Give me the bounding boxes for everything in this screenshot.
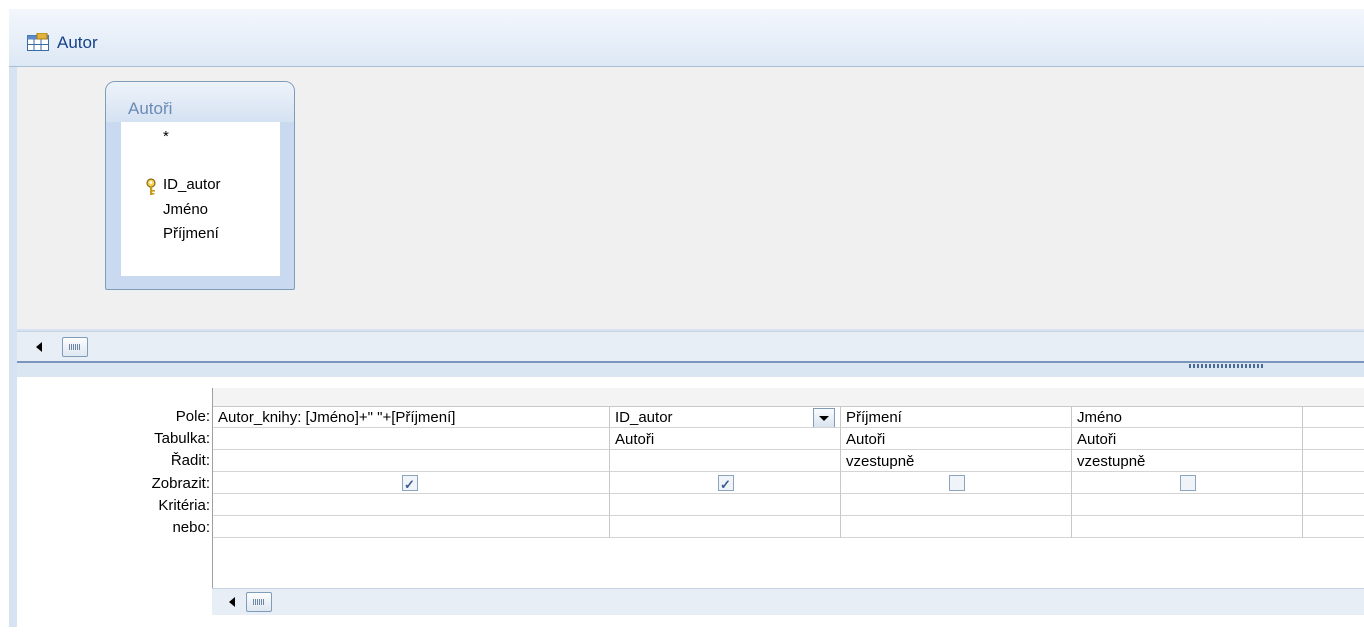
- scroll-left-icon[interactable]: [36, 342, 42, 352]
- cell-table[interactable]: Autoři: [1072, 428, 1303, 450]
- field-all[interactable]: *: [163, 128, 169, 145]
- cell-table[interactable]: [1303, 428, 1364, 450]
- design-grid-pane: Pole: Tabulka: Řadit: Zobrazit: Kritéria…: [17, 377, 1364, 627]
- row-label-table: Tabulka:: [154, 430, 210, 447]
- cell-show: [841, 472, 1072, 494]
- show-checkbox[interactable]: [718, 473, 734, 493]
- table-pane[interactable]: Autoři * ID_autor Jméno Příjmení: [17, 67, 1364, 329]
- cell-sort[interactable]: [213, 450, 610, 472]
- cell-sort[interactable]: [1303, 450, 1364, 472]
- row-label-field: Pole:: [175, 408, 210, 425]
- column-selector[interactable]: [1072, 388, 1304, 407]
- cell-or[interactable]: [841, 516, 1072, 538]
- column-selector[interactable]: [841, 388, 1073, 407]
- query-design-window: Autor Autoři * ID_autor Jméno Příjmení P…: [9, 9, 1364, 627]
- cell-field[interactable]: Jméno: [1072, 406, 1303, 428]
- grid-scrollbar[interactable]: [212, 588, 1364, 615]
- cell-criteria[interactable]: [610, 494, 841, 516]
- cell-show: [213, 472, 610, 494]
- document-tab[interactable]: Autor: [9, 9, 1364, 67]
- cell-field[interactable]: [1303, 406, 1364, 428]
- scroll-left-icon[interactable]: [229, 597, 235, 607]
- row-label-sort: Řadit:: [170, 452, 210, 469]
- cell-criteria[interactable]: [1303, 494, 1364, 516]
- table-name: Autoři: [128, 99, 173, 118]
- row-label-criteria: Kritéria:: [158, 497, 210, 514]
- table-field-list[interactable]: Autoři * ID_autor Jméno Příjmení: [105, 81, 295, 290]
- cell-show[interactable]: [1303, 472, 1364, 494]
- show-checkbox[interactable]: [949, 475, 965, 491]
- field-dropdown-button[interactable]: [813, 408, 835, 427]
- cell-criteria[interactable]: [1072, 494, 1303, 516]
- cell-field[interactable]: Autor_knihy: [Jméno]+" "+[Příjmení]: [213, 406, 610, 428]
- splitter-grip[interactable]: [1189, 364, 1263, 368]
- cell-sort[interactable]: vzestupně: [841, 450, 1072, 472]
- cell-sort[interactable]: [610, 450, 841, 472]
- field-jmeno[interactable]: Jméno: [163, 201, 208, 218]
- cell-table[interactable]: Autoři: [841, 428, 1072, 450]
- primary-key-icon: [146, 178, 156, 195]
- cell-field-value: ID_autor: [615, 409, 673, 426]
- cell-field[interactable]: Příjmení: [841, 406, 1072, 428]
- field-prijmeni[interactable]: Příjmení: [163, 225, 219, 242]
- design-grid: Autor_knihy: [Jméno]+" "+[Příjmení] ID_a…: [212, 388, 1364, 611]
- pane-splitter[interactable]: [17, 361, 1364, 377]
- cell-criteria[interactable]: [213, 494, 610, 516]
- row-label-or: nebo:: [172, 519, 210, 536]
- cell-or[interactable]: [1303, 516, 1364, 538]
- field-list: * ID_autor Jméno Příjmení: [121, 122, 280, 276]
- cell-or[interactable]: [213, 516, 610, 538]
- column-selector[interactable]: [1303, 388, 1364, 407]
- scroll-thumb[interactable]: [62, 337, 88, 357]
- show-checkbox[interactable]: [1180, 475, 1196, 491]
- row-label-show: Zobrazit:: [151, 475, 210, 492]
- window-title: Autor: [57, 33, 98, 52]
- field-id-autor[interactable]: ID_autor: [163, 176, 221, 193]
- cell-table[interactable]: [213, 428, 610, 450]
- cell-show: [610, 472, 841, 494]
- column-selector[interactable]: [213, 388, 611, 407]
- cell-or[interactable]: [1072, 516, 1303, 538]
- cell-field[interactable]: ID_autor: [610, 406, 841, 428]
- table-pane-scrollbar[interactable]: [17, 331, 1364, 362]
- cell-show: [1072, 472, 1303, 494]
- cell-table[interactable]: Autoři: [610, 428, 841, 450]
- cell-or[interactable]: [610, 516, 841, 538]
- scroll-thumb[interactable]: [246, 592, 272, 612]
- table-field-list-header[interactable]: Autoři: [106, 82, 294, 122]
- cell-sort[interactable]: vzestupně: [1072, 450, 1303, 472]
- cell-criteria[interactable]: [841, 494, 1072, 516]
- show-checkbox[interactable]: [402, 473, 418, 493]
- column-selector[interactable]: [610, 388, 842, 407]
- query-icon: [27, 33, 49, 51]
